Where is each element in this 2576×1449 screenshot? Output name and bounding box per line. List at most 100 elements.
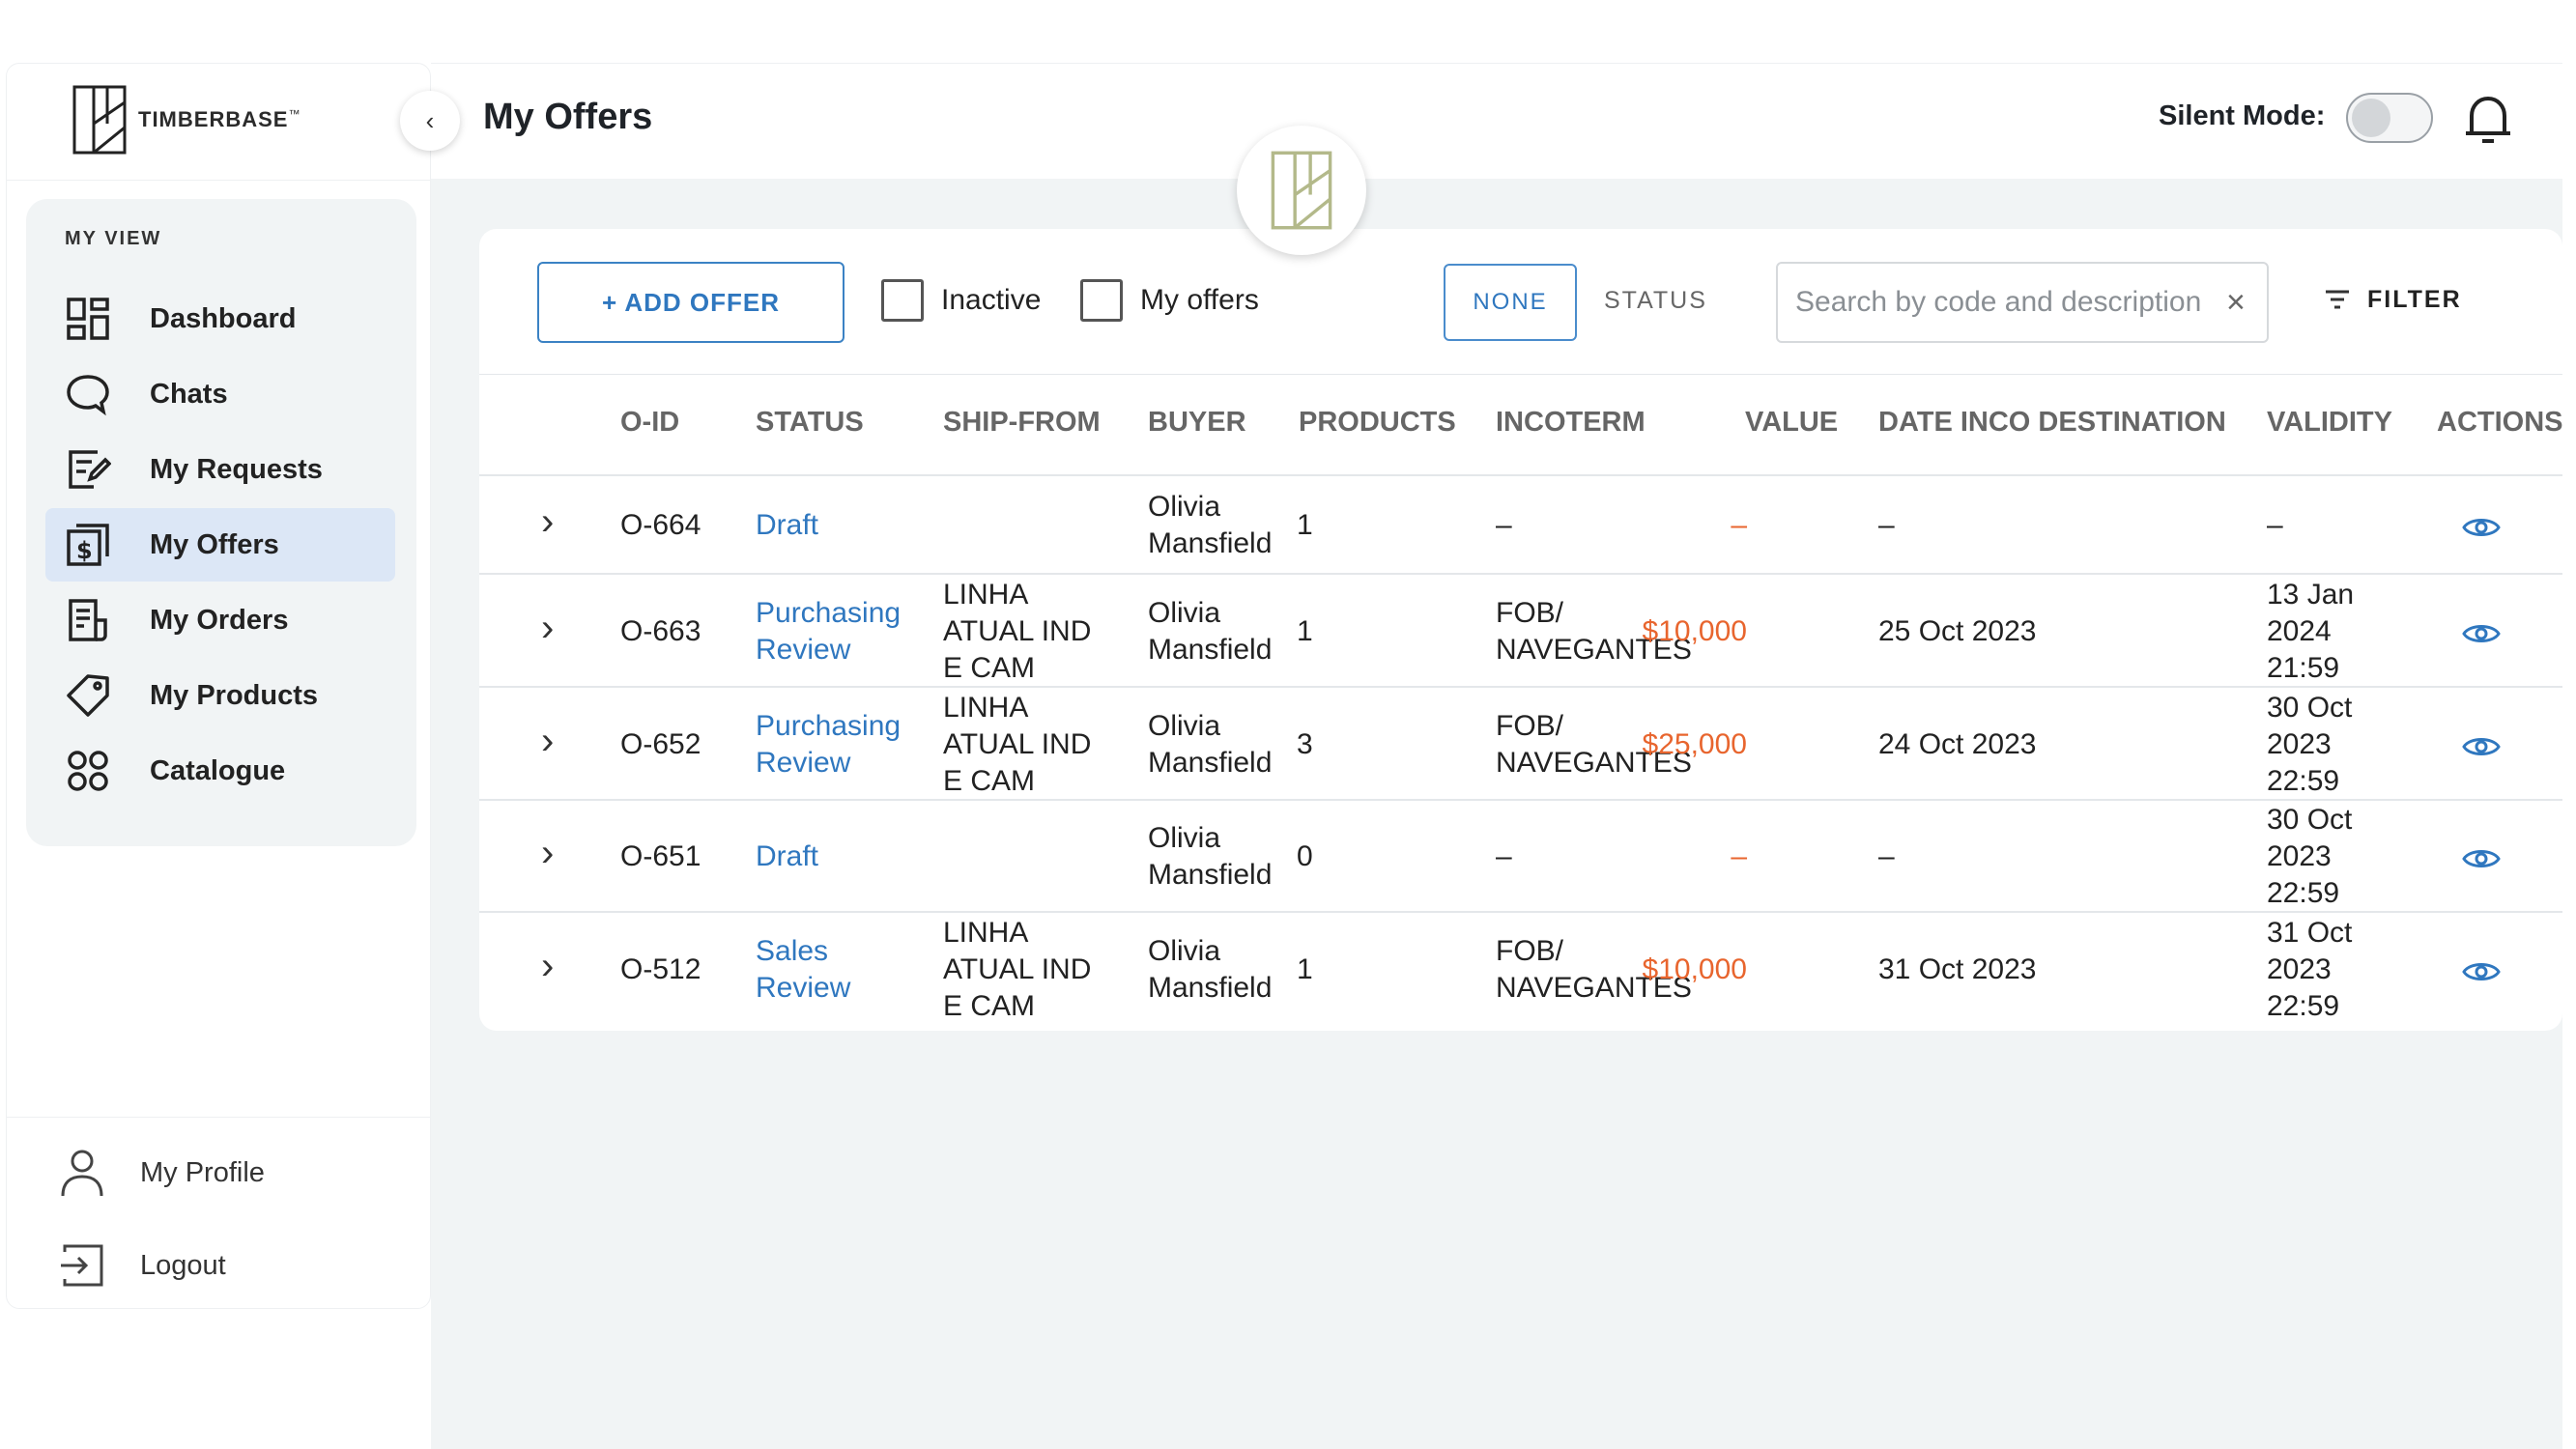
collapse-sidebar-button[interactable]: ‹ [400,91,460,151]
sidebar: TIMBERBASE™ MY VIEW Dashboard Chats My R… [6,63,431,1309]
my-offers-checkbox[interactable]: My offers [1080,279,1259,322]
sidebar-item-my-profile[interactable]: My Profile [59,1148,265,1198]
cell-status[interactable]: Draft [756,838,818,875]
cell-oid: O-512 [620,952,701,985]
view-eye-icon[interactable] [2462,845,2501,872]
table-row[interactable]: › O-663 Purchasing Review LINHA ATUAL IND E CA… [479,573,2562,686]
cell-products: 1 [1297,509,1313,541]
column-header-validity[interactable]: VALIDITY [2267,407,2392,439]
filter-button[interactable]: FILTER [2323,285,2462,314]
sidebar-item-label: My Profile [140,1156,265,1188]
sidebar-item-my-products[interactable]: My Products [45,659,395,732]
cell-value: $10,000 [1642,952,1747,985]
checkbox-label: Inactive [941,284,1042,316]
table-row[interactable]: › O-652 Purchasing Review LINHA ATUAL IND E CA… [479,686,2562,799]
cell-date: 24 Oct 2023 [1878,727,2037,760]
bell-icon[interactable] [2462,91,2514,149]
cell-oid: O-651 [620,840,701,872]
column-header-actions: ACTIONS [2437,407,2563,438]
column-header-status[interactable]: STATUS [756,407,864,439]
sidebar-item-catalogue[interactable]: Catalogue [45,734,395,808]
view-eye-icon[interactable] [2462,514,2501,541]
cell-buyer: Olivia Mansfield [1148,822,1273,891]
requests-icon [69,450,111,489]
column-header-oid[interactable]: O-ID [620,407,679,439]
sidebar-item-dashboard[interactable]: Dashboard [45,282,395,355]
brand-name: TIMBERBASE™ [138,107,301,131]
chevron-right-icon[interactable]: › [541,720,554,763]
my-view-panel: MY VIEW Dashboard Chats My Requests $ My… [26,199,416,846]
column-header-incoterm[interactable]: INCOTERM [1496,407,1646,439]
status-filter-button[interactable]: STATUS [1604,287,1707,315]
checkbox-box[interactable] [1080,279,1123,322]
timberbase-logo-icon [1271,151,1332,230]
grid-icon [68,751,108,791]
sidebar-item-my-orders[interactable]: My Orders [45,583,395,657]
view-eye-icon[interactable] [2462,733,2501,760]
chevron-right-icon[interactable]: › [541,607,554,650]
search-box: × [1776,262,2269,343]
cell-value: – [1731,840,1747,872]
search-input[interactable] [1795,286,2220,319]
sidebar-item-label: Catalogue [150,754,286,786]
sidebar-item-label: My Offers [150,528,279,560]
cell-validity: 13 Jan 2024 21:59 [2267,578,2355,684]
sidebar-item-my-offers[interactable]: $ My Offers [45,508,395,582]
cell-shipfrom: LINHA ATUAL IND E CAM [943,578,1092,684]
cell-oid: O-664 [620,509,701,541]
dashboard-icon [67,298,109,340]
sidebar-item-my-requests[interactable]: My Requests [45,433,395,506]
chevron-right-icon[interactable]: › [541,500,554,544]
cell-buyer: Olivia Mansfield [1148,491,1273,559]
none-filter-button[interactable]: NONE [1444,264,1577,341]
sidebar-item-label: Chats [150,378,228,410]
chevron-right-icon[interactable]: › [541,832,554,875]
brand-logo[interactable]: TIMBERBASE™ [72,85,301,155]
cell-status[interactable]: Draft [756,507,818,544]
filter-label: FILTER [2367,285,2462,313]
close-icon[interactable]: × [2226,284,2246,322]
table-row[interactable]: › O-651 Draft Olivia Mansfield 0 – – 30 Oct 2023 2… [479,799,2562,911]
cell-validity: – [2267,509,2283,541]
view-eye-icon[interactable] [2462,620,2501,647]
sidebar-item-label: Dashboard [150,302,297,334]
cell-date: – [1878,509,1895,541]
column-header-date-inco-destination[interactable]: DATE INCO DESTINATION [1878,407,2226,439]
sidebar-item-chats[interactable]: Chats [45,357,395,431]
chevron-right-icon[interactable]: › [541,945,554,988]
cell-status[interactable]: Purchasing Review [756,708,901,781]
cell-status[interactable]: Purchasing Review [756,595,901,668]
column-header-products[interactable]: PRODUCTS [1299,407,1456,439]
table-row[interactable]: › O-664 Draft Olivia Mansfield 1 – – – – [479,474,2562,573]
add-offer-button[interactable]: + ADD OFFER [537,262,844,343]
silent-mode-toggle[interactable] [2346,93,2433,143]
table-row[interactable]: › O-512 Sales Review LINHA ATUAL IND E CAM Oliv… [479,911,2562,1024]
cell-value: – [1731,509,1747,541]
sidebar-item-label: My Requests [150,453,323,485]
cell-products: 0 [1297,840,1313,872]
cell-buyer: Olivia Mansfield [1148,934,1273,1004]
sidebar-item-logout[interactable]: Logout [59,1240,226,1291]
cell-products: 3 [1297,727,1313,760]
cell-validity: 30 Oct 2023 22:59 [2267,691,2353,797]
chat-icon [67,375,109,416]
checkbox-box[interactable] [881,279,924,322]
top-bar: My Offers Silent Mode: [431,63,2562,179]
sidebar-divider [7,1117,430,1118]
sidebar-item-label: My Products [150,679,319,711]
column-header-value[interactable]: VALUE [1745,407,1838,439]
my-view-title: MY VIEW [65,228,162,249]
timberbase-logo-icon [72,85,127,155]
column-header-ship-from[interactable]: SHIP-FROM [943,407,1101,439]
cell-oid: O-652 [620,727,701,760]
sidebar-divider [7,180,430,181]
cell-shipfrom: LINHA ATUAL IND E CAM [943,691,1092,797]
cell-products: 1 [1297,952,1313,985]
page-title: My Offers [483,97,653,137]
inactive-checkbox[interactable]: Inactive [881,279,1041,322]
cell-status[interactable]: Sales Review [756,933,850,1007]
offers-card: + ADD OFFER Inactive My offers NONE STAT… [479,229,2563,1031]
checkbox-label: My offers [1140,284,1259,316]
column-header-buyer[interactable]: BUYER [1148,407,1246,439]
view-eye-icon[interactable] [2462,958,2501,985]
